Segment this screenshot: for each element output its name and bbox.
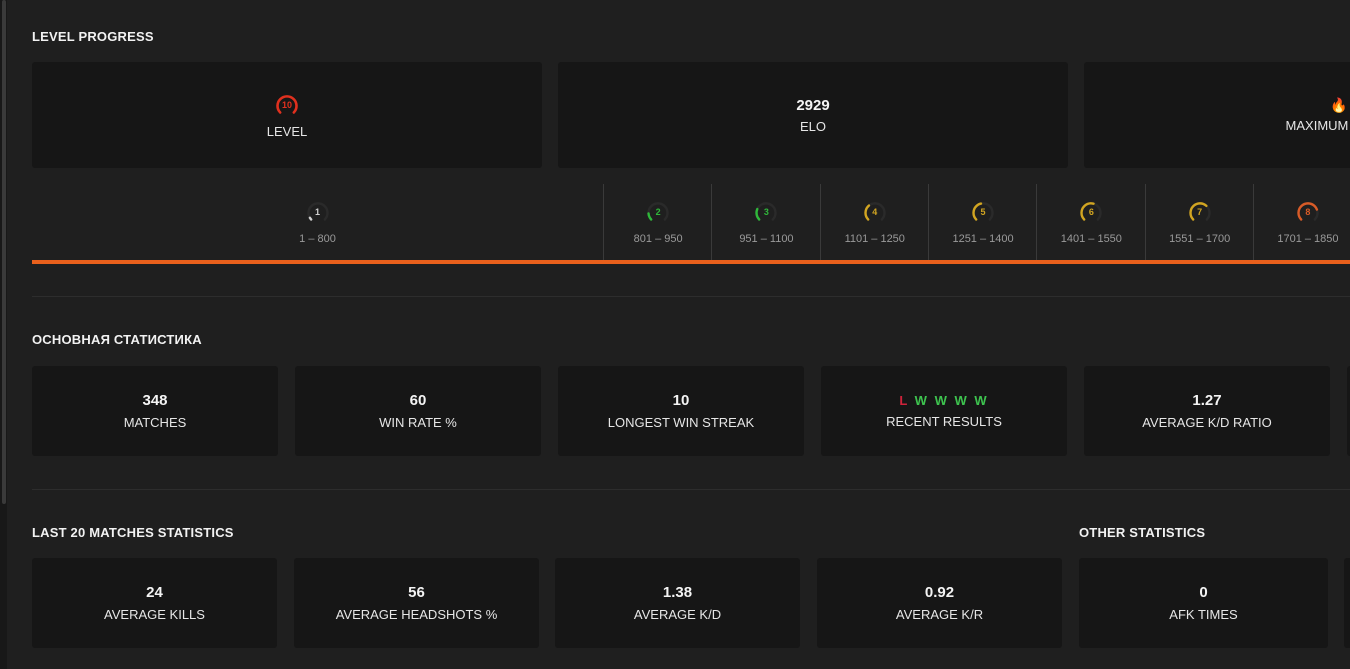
level-range-label: 1 – 800: [299, 233, 336, 245]
level-range-8: 8 1701 – 1850: [1252, 184, 1350, 260]
level-progress-title: LEVEL PROGRESS: [32, 29, 154, 44]
level-range-6: 6 1401 – 1550: [1036, 184, 1145, 260]
avg-kr-value: 0.92: [924, 584, 955, 601]
avg-headshots-value: 56: [408, 584, 425, 601]
level-range-label: 1701 – 1850: [1277, 233, 1339, 245]
longest-win-streak-card: 10 LONGEST WIN STREAK: [558, 366, 804, 456]
level-range-strip: 1 1 – 800 2 801 – 950 3 951 – 1100 4 1101 – 125…: [32, 184, 1350, 260]
level-3-gauge-icon: 3: [753, 199, 779, 225]
level-6-gauge-icon: 6: [1078, 199, 1104, 225]
level-range-2: 2 801 – 950: [603, 184, 712, 260]
afk-times-card: 0 AFK TIMES: [1079, 558, 1328, 648]
avg-kd-label: AVERAGE K/D: [633, 607, 722, 622]
win-rate-value: 60: [409, 392, 427, 409]
recent-results-card: L W W W W RECENT RESULTS: [821, 366, 1067, 456]
recent-results-label: RECENT RESULTS: [886, 414, 1002, 429]
level-card: 10 LEVEL: [32, 62, 542, 168]
elo-progress-bar: [32, 260, 1350, 264]
recent-results-list: L W W W W: [899, 393, 988, 408]
level-10-gauge-icon: 10: [274, 92, 300, 118]
level-range-7: 7 1551 – 1700: [1144, 184, 1254, 260]
avg-kd-value: 1.38: [662, 584, 693, 601]
result-win: W: [954, 393, 969, 408]
max-level-card: 🔥 MAXIMUM LEVEL: [1084, 62, 1350, 168]
scrollbar-thumb[interactable]: [2, 0, 6, 504]
level-1-gauge-icon: 1: [305, 199, 331, 225]
level-range-label: 1251 – 1400: [952, 233, 1014, 245]
divider: [32, 489, 1350, 490]
max-level-label: MAXIMUM LEVEL: [1285, 118, 1350, 133]
elo-value: 2929: [796, 96, 830, 114]
level-range-label: 1401 – 1550: [1060, 233, 1122, 245]
level-label: LEVEL: [266, 123, 308, 139]
result-win: W: [974, 393, 989, 408]
matches-card: 348 MATCHES: [32, 366, 278, 456]
avg-kd-card: 1.38 AVERAGE K/D: [555, 558, 800, 648]
longest-win-streak-label: LONGEST WIN STREAK: [607, 415, 755, 430]
win-rate-card: 60 WIN RATE %: [295, 366, 541, 456]
level-range-label: 951 – 1100: [739, 233, 794, 245]
divider: [32, 296, 1350, 297]
level-8-gauge-icon: 8: [1295, 199, 1321, 225]
avg-kd-ratio-label: AVERAGE K/D RATIO: [1142, 415, 1272, 430]
level-range-label: 1101 – 1250: [844, 233, 905, 245]
avg-kd-ratio-card: 1.27 AVERAGE K/D RATIO: [1084, 366, 1330, 456]
fire-icon: 🔥: [1330, 97, 1348, 113]
longest-win-streak-value: 10: [672, 392, 690, 409]
level-range-label: 801 – 950: [633, 233, 683, 245]
avg-kills-card: 24 AVERAGE KILLS: [32, 558, 277, 648]
avg-kills-value: 24: [146, 584, 163, 601]
scrollbar[interactable]: [0, 0, 7, 669]
elo-label: ELO: [799, 118, 826, 134]
other-stats-title: OTHER STATISTICS: [1079, 525, 1206, 540]
level-5-gauge-icon: 5: [970, 199, 996, 225]
level-7-gauge-icon: 7: [1187, 199, 1213, 225]
avg-headshots-label: AVERAGE HEADSHOTS %: [335, 607, 498, 622]
level-2-gauge-icon: 2: [645, 199, 671, 225]
avg-kd-ratio-value: 1.27: [1192, 392, 1222, 409]
afk-times-label: AFK TIMES: [1169, 607, 1238, 622]
afk-times-value: 0: [1199, 584, 1208, 601]
level-range-1: 1 1 – 800: [32, 184, 603, 260]
matches-label: MATCHES: [123, 415, 187, 430]
last20-title: LAST 20 MATCHES STATISTICS: [32, 525, 234, 540]
matches-value: 348: [142, 392, 168, 409]
elo-card: 2929 ELO: [558, 62, 1068, 168]
avg-kr-label: AVERAGE K/R: [895, 607, 984, 622]
main-stats-title: ОСНОВНАЯ СТАТИСТИКА: [32, 332, 202, 347]
avg-headshots-card: 56 AVERAGE HEADSHOTS %: [294, 558, 539, 648]
level-range-4: 4 1101 – 1250: [819, 184, 929, 260]
stat-card-overflow: [1344, 558, 1350, 648]
result-win: W: [914, 393, 929, 408]
avg-kr-card: 0.92 AVERAGE K/R: [817, 558, 1062, 648]
result-loss: L: [899, 393, 910, 408]
level-range-3: 3 951 – 1100: [711, 184, 820, 260]
avg-kills-label: AVERAGE KILLS: [104, 607, 205, 622]
win-rate-label: WIN RATE %: [379, 415, 457, 430]
result-win: W: [934, 393, 949, 408]
level-4-gauge-icon: 4: [862, 199, 888, 225]
level-range-label: 1551 – 1700: [1169, 233, 1231, 245]
level-range-5: 5 1251 – 1400: [927, 184, 1037, 260]
